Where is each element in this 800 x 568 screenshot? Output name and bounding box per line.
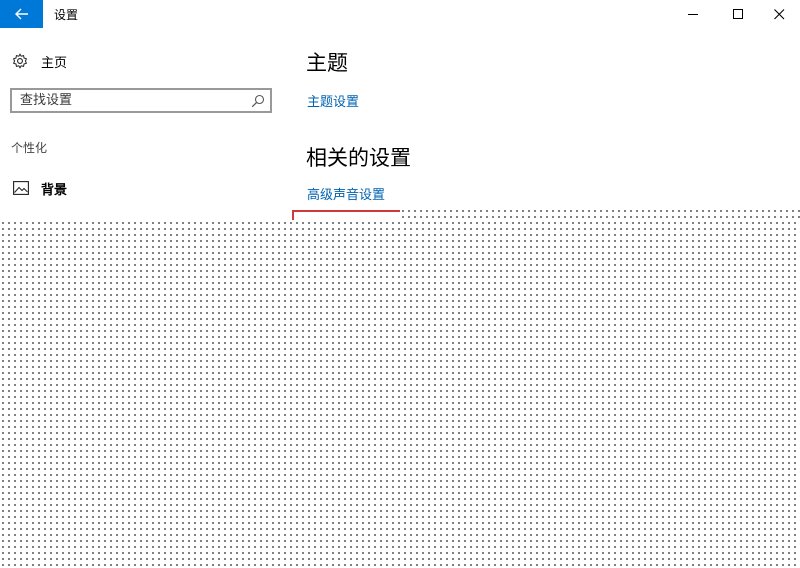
close-button[interactable] <box>760 0 798 28</box>
advanced-sound-settings-link[interactable]: 高级声音设置 <box>307 184 385 203</box>
gear-icon <box>12 53 28 69</box>
sidebar-item-label: 背景 <box>41 182 68 198</box>
maximize-button[interactable] <box>719 0 757 28</box>
search-input[interactable] <box>20 90 250 111</box>
minimize-icon <box>687 13 698 15</box>
sidebar-item-background[interactable]: 背景 <box>13 179 68 198</box>
window-title: 设置 <box>54 8 79 22</box>
related-settings-heading: 相关的设置 <box>306 146 411 170</box>
back-button[interactable] <box>0 0 43 28</box>
title-bar: 设置 <box>0 0 800 28</box>
theme-heading: 主题 <box>306 51 348 75</box>
search-box[interactable] <box>10 88 272 113</box>
theme-settings-link[interactable]: 主题设置 <box>307 91 359 110</box>
maximize-icon <box>732 8 743 19</box>
dot-texture-overlay-top <box>400 208 800 220</box>
close-icon <box>773 8 784 19</box>
nav-home[interactable]: 主页 <box>12 51 67 71</box>
minimize-button[interactable] <box>674 0 712 28</box>
search-icon[interactable] <box>251 94 265 108</box>
back-arrow-icon <box>14 8 28 20</box>
nav-home-label: 主页 <box>41 55 68 71</box>
dot-texture-overlay <box>0 220 800 568</box>
section-label-personalization: 个性化 <box>11 141 48 155</box>
picture-icon <box>13 181 29 195</box>
